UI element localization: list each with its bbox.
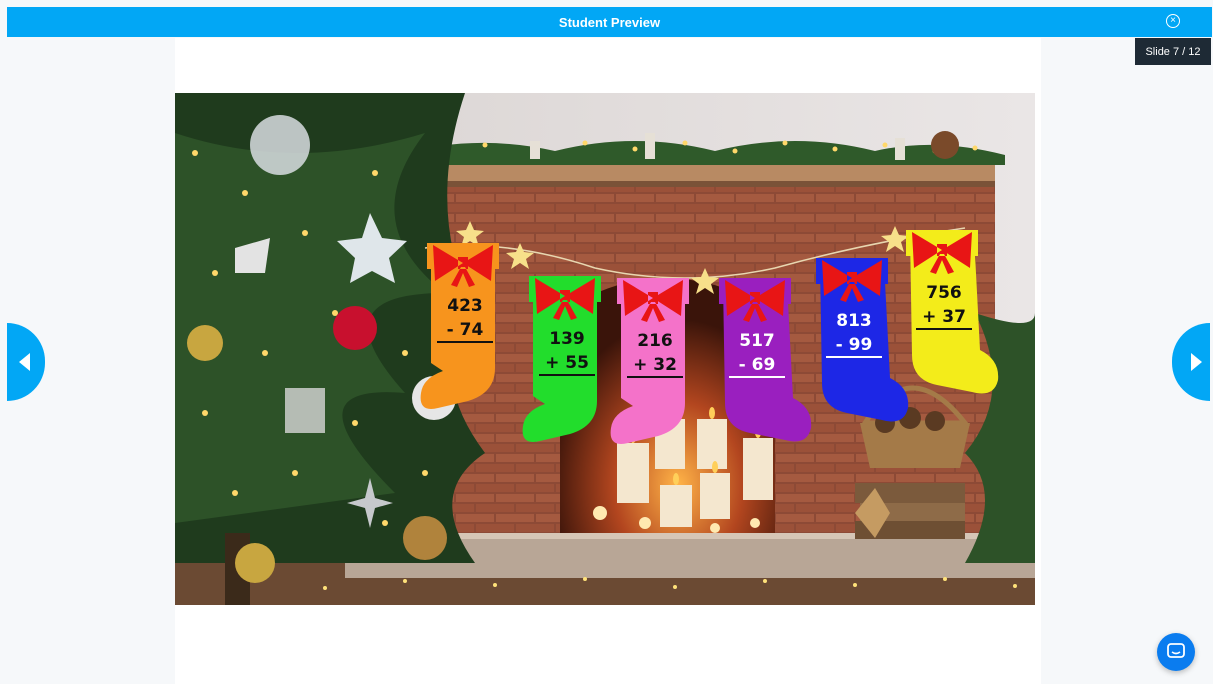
- chat-bubble-icon: [1167, 643, 1185, 658]
- answer-line: [627, 376, 683, 378]
- stocking-6: 756 + 37: [906, 230, 999, 394]
- answer-line: [539, 374, 595, 376]
- stocking-operation: - 99: [836, 335, 873, 355]
- stocking-top-number: 423: [447, 296, 483, 316]
- answer-line: [916, 328, 972, 330]
- chevron-left-icon: [19, 353, 30, 371]
- stocking-3: 216 + 32: [610, 278, 689, 444]
- stockings-group: 423 - 74 139 + 55 216 + 32 517 - 69 813 - 99 756 + …: [420, 230, 999, 444]
- stocking-top-number: 813: [836, 311, 872, 331]
- chat-button[interactable]: [1157, 633, 1195, 671]
- prev-slide-button[interactable]: [7, 323, 45, 401]
- answer-line: [729, 376, 785, 378]
- preview-header: Student Preview ×: [7, 7, 1212, 37]
- stocking-top-number: 216: [637, 331, 673, 351]
- close-icon[interactable]: ×: [1166, 14, 1180, 28]
- slide-counter: Slide 7 / 12: [1135, 38, 1211, 65]
- stocking-operation: - 74: [447, 320, 484, 340]
- stocking-top-number: 517: [739, 331, 775, 351]
- stocking-top-number: 139: [549, 329, 585, 349]
- slide-image: 423 - 74 139 + 55 216 + 32 517 - 69 813 - 99 756 + …: [175, 93, 1035, 605]
- header-title: Student Preview: [558, 14, 661, 30]
- stocking-operation: + 55: [545, 353, 589, 373]
- answer-line: [826, 356, 882, 358]
- answer-line: [437, 341, 493, 343]
- stocking-operation: - 69: [739, 355, 776, 375]
- stocking-1: 423 - 74: [420, 243, 499, 409]
- stocking-5: 813 - 99: [816, 258, 909, 422]
- stocking-operation: + 37: [922, 307, 966, 327]
- stocking-top-number: 756: [926, 283, 962, 303]
- next-slide-button[interactable]: [1172, 323, 1210, 401]
- chevron-right-icon: [1191, 353, 1202, 371]
- stocking-2: 139 + 55: [522, 276, 601, 442]
- stocking-4: 517 - 69: [719, 278, 812, 442]
- stocking-operation: + 32: [633, 355, 677, 375]
